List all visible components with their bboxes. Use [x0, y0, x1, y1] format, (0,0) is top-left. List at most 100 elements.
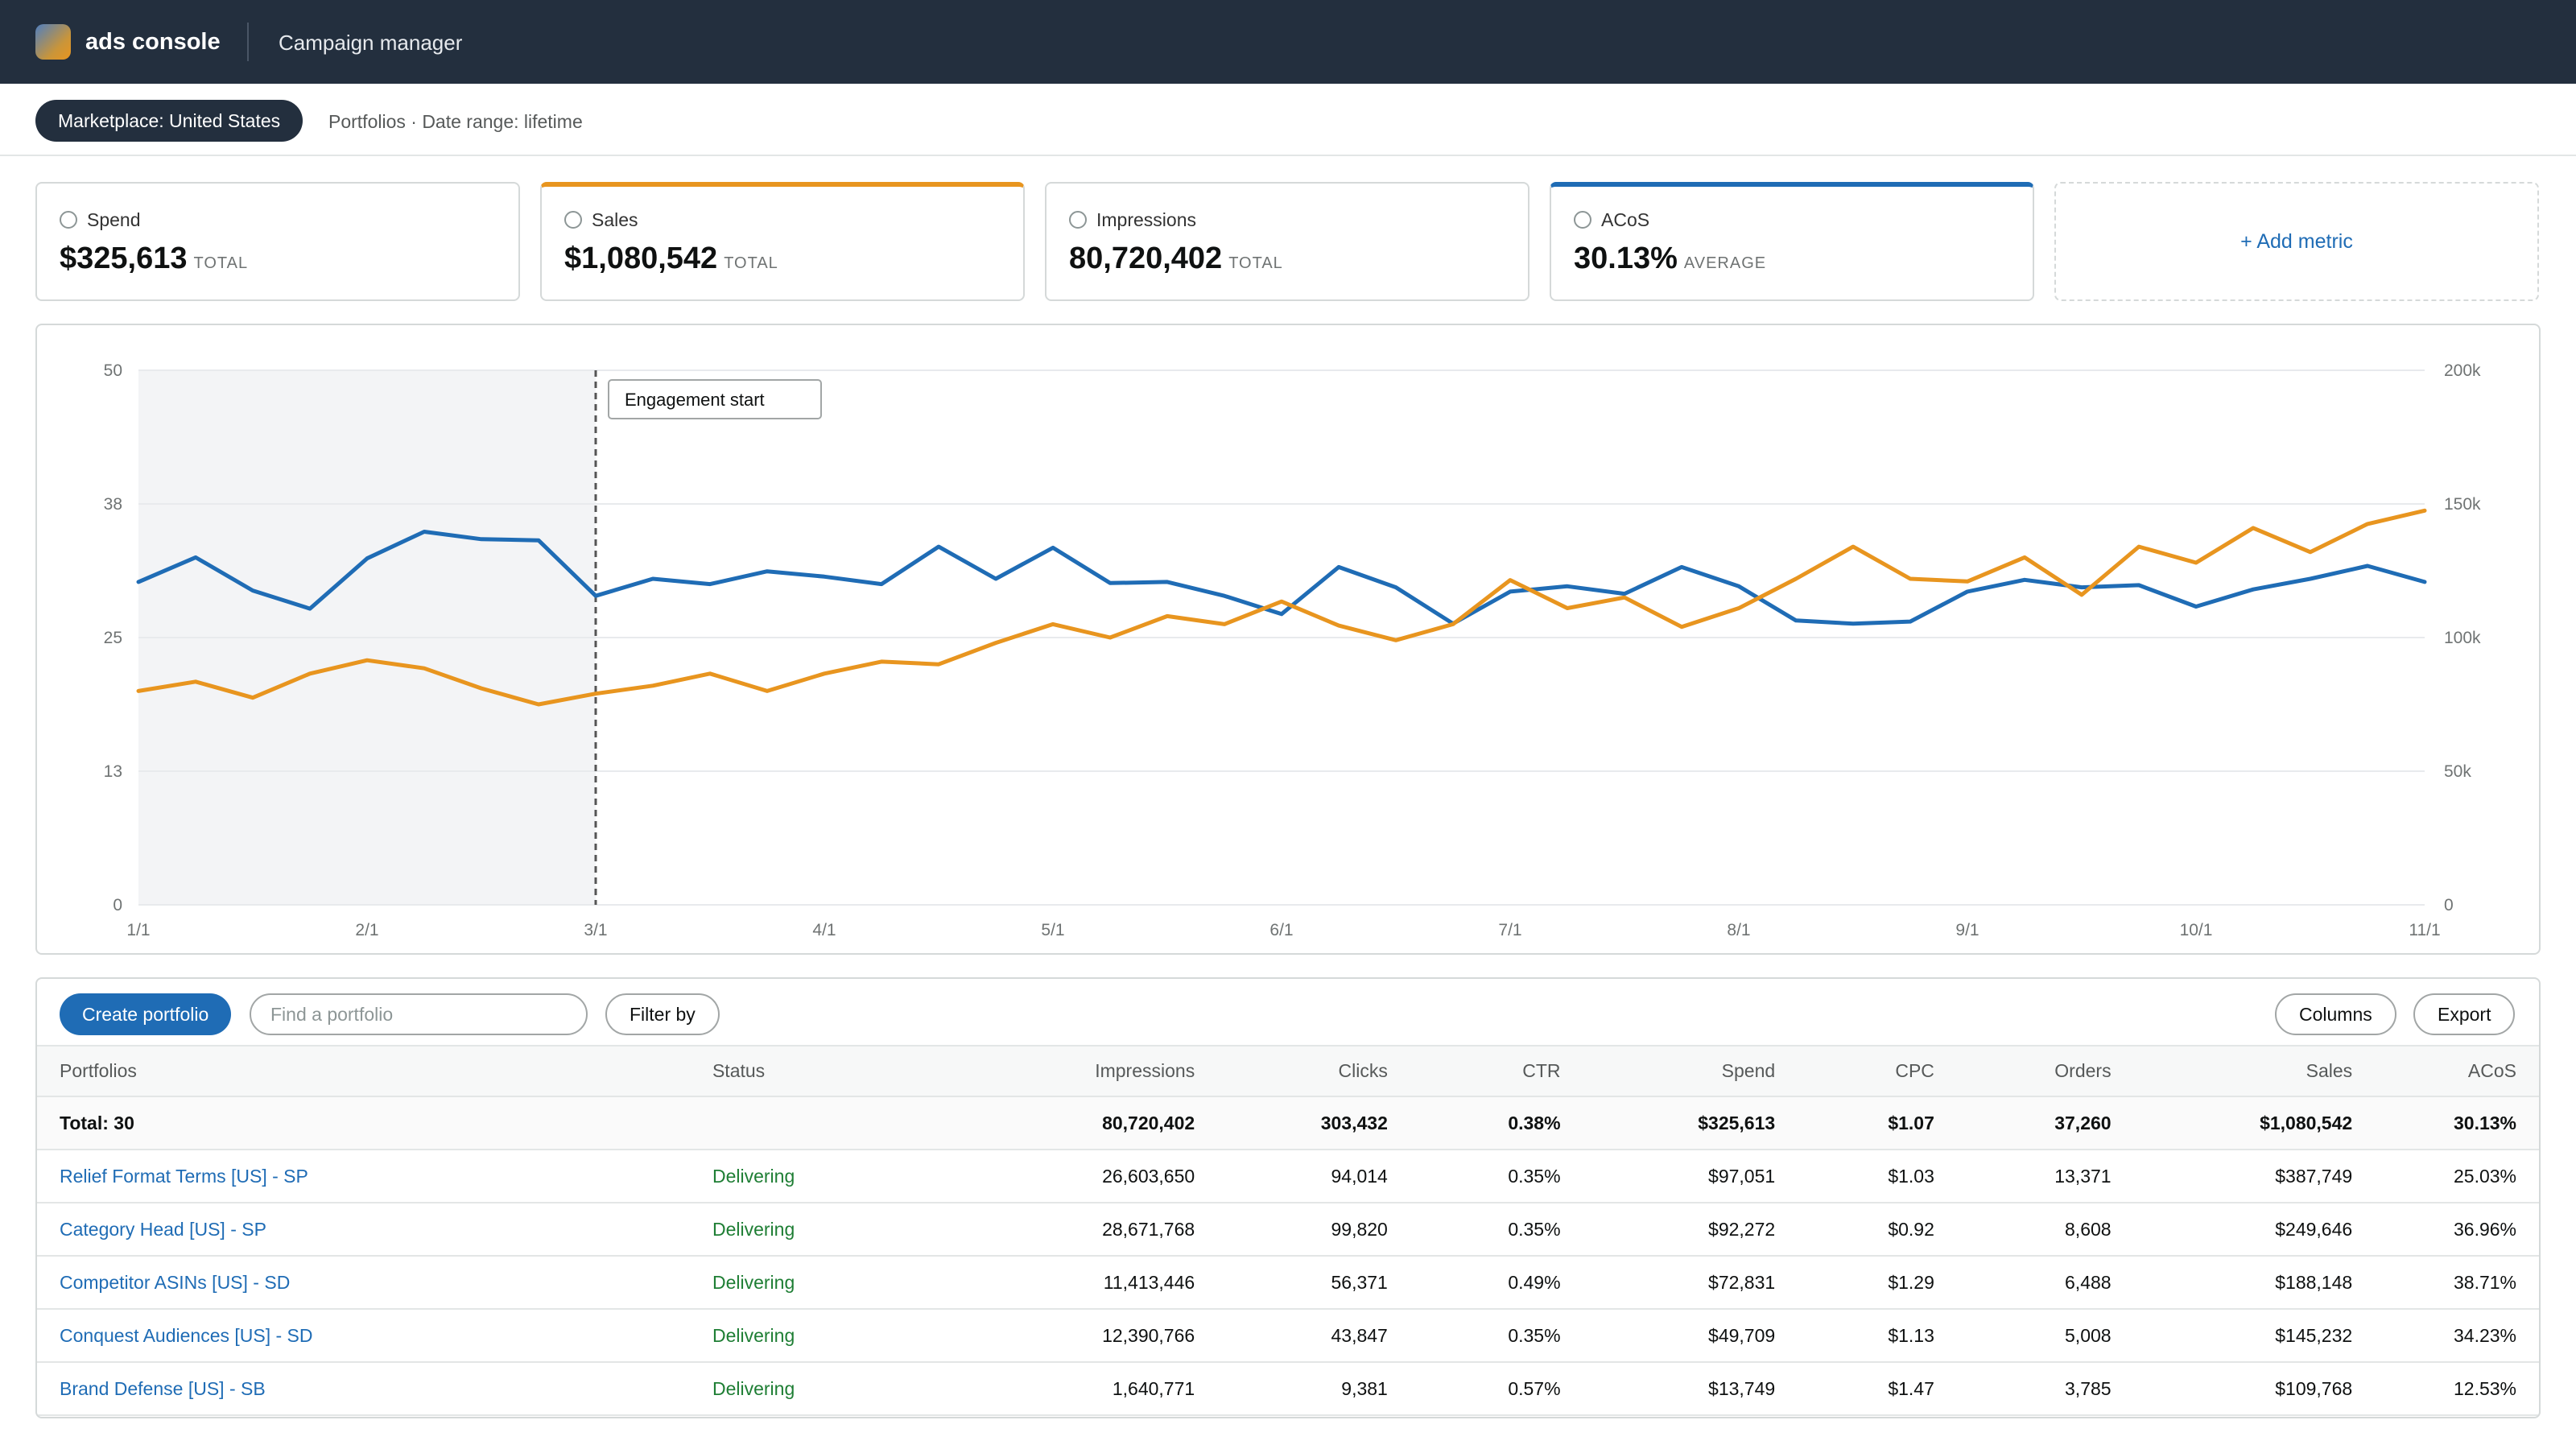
total-orders: 37,260 [1934, 1096, 2112, 1150]
column-header-portfolios[interactable]: Portfolios [37, 1046, 712, 1097]
spend-cell: $97,051 [1560, 1150, 1776, 1203]
portfolio-name-link[interactable]: Brand Defense [US] - SB [37, 1362, 712, 1416]
column-header-clicks[interactable]: Clicks [1195, 1046, 1388, 1097]
clicks-cell: 94,014 [1195, 1150, 1388, 1203]
table-header-row: Portfolios Status Impressions Clicks CTR… [37, 1046, 2539, 1097]
cpc-cell: $0.92 [1775, 1203, 1934, 1257]
orders-cell: 13,371 [1934, 1150, 2112, 1203]
filter-by-button[interactable]: Filter by [605, 993, 720, 1035]
acos-cell: 34.23% [2352, 1309, 2539, 1363]
column-header-spend[interactable]: Spend [1560, 1046, 1776, 1097]
table-row: Relief Format Terms [US] - SP Delivering… [37, 1150, 2539, 1203]
cpc-cell: $1.29 [1775, 1256, 1934, 1310]
x-tick-label: 11/1 [2409, 921, 2440, 939]
x-tick-label: 2/1 [355, 921, 378, 939]
header-divider [247, 23, 249, 61]
portfolio-name-link[interactable]: Conquest Audiences [US] - SD [37, 1309, 712, 1363]
impressions-cell: 12,390,766 [937, 1309, 1195, 1363]
y-right-tick-label: 100k [2444, 629, 2481, 647]
y-left-tick-label: 38 [104, 495, 122, 514]
app-name[interactable]: ads console [85, 29, 221, 56]
portfolio-name-link[interactable]: Relief Format Terms [US] - SP [37, 1150, 712, 1203]
add-metric-label: + Add metric [2240, 230, 2353, 253]
total-acos: 30.13% [2352, 1096, 2539, 1150]
portfolio-table-panel: Create portfolio Filter by Columns Expor… [35, 977, 2541, 1418]
metric-label: ACoS [1601, 209, 1650, 230]
acos-cell: 12.53% [2352, 1362, 2539, 1416]
total-impressions: 80,720,402 [937, 1096, 1195, 1150]
ctr-cell: 0.35% [1387, 1309, 1561, 1363]
column-header-sales[interactable]: Sales [2111, 1046, 2353, 1097]
table-row: Competitor ASINs [US] - SD Delivering 11… [37, 1256, 2539, 1310]
portfolio-name-link[interactable]: Category Head [US] - SP [37, 1203, 712, 1257]
metric-value: 30.13% AVERAGE [1574, 242, 1767, 275]
columns-button[interactable]: Columns [2275, 993, 2396, 1035]
total-cpc: $1.07 [1775, 1096, 1934, 1150]
y-left-tick-label: 13 [104, 762, 122, 781]
column-header-status[interactable]: Status [712, 1046, 938, 1097]
column-header-cpc[interactable]: CPC [1775, 1046, 1934, 1097]
metric-card-spend[interactable]: Spend $325,613 TOTAL [35, 182, 520, 301]
sales-cell: $145,232 [2111, 1309, 2353, 1363]
x-tick-label: 10/1 [2180, 921, 2213, 939]
x-tick-label: 7/1 [1498, 921, 1521, 939]
x-tick-label: 1/1 [126, 921, 150, 939]
x-tick-label: 8/1 [1727, 921, 1750, 939]
sales-cell: $188,148 [2111, 1256, 2353, 1310]
orders-cell: 8,608 [1934, 1203, 2112, 1257]
table-total-row: Total: 30 80,720,402 303,432 0.38% $325,… [37, 1096, 2539, 1150]
app-logo-icon[interactable] [35, 24, 71, 60]
metric-value: 80,720,402 TOTAL [1069, 242, 1283, 275]
chart-canvas: 0 0 13 50k 25 100k 38 150k 50 200k 1/1 2/1 3/1 4/1 5/1… [104, 361, 2481, 939]
portfolio-table: Portfolios Status Impressions Clicks CTR… [37, 1046, 2539, 1416]
metric-card-acos[interactable]: ACoS 30.13% AVERAGE [1550, 182, 2034, 301]
orders-cell: 3,785 [1934, 1362, 2112, 1416]
sales-cell: $387,749 [2111, 1150, 2353, 1203]
metric-card-sales[interactable]: Sales $1,080,542 TOTAL [540, 182, 1025, 301]
y-left-tick-label: 0 [113, 896, 122, 914]
metric-suffix: AVERAGE [1683, 254, 1767, 272]
create-portfolio-button[interactable]: Create portfolio [60, 993, 232, 1035]
metric-radio-icon[interactable] [1069, 211, 1087, 229]
marketplace-selector[interactable]: Marketplace: United States [35, 100, 303, 142]
spend-cell: $13,749 [1560, 1362, 1776, 1416]
total-status [712, 1096, 938, 1150]
spend-cell: $49,709 [1560, 1309, 1776, 1363]
cpc-cell: $1.47 [1775, 1362, 1934, 1416]
ctr-cell: 0.49% [1387, 1256, 1561, 1310]
x-tick-label: 5/1 [1041, 921, 1064, 939]
metric-suffix: TOTAL [193, 254, 249, 272]
metric-label: Sales [592, 209, 638, 230]
metric-card-impressions[interactable]: Impressions 80,720,402 TOTAL [1045, 182, 1530, 301]
metric-radio-icon[interactable] [564, 211, 582, 229]
table-row: Brand Defense [US] - SB Delivering 1,640… [37, 1362, 2539, 1416]
orders-cell: 5,008 [1934, 1309, 2112, 1363]
metric-radio-icon[interactable] [60, 211, 77, 229]
table-row: Conquest Audiences [US] - SD Delivering … [37, 1309, 2539, 1363]
ctr-cell: 0.35% [1387, 1150, 1561, 1203]
x-tick-label: 3/1 [584, 921, 607, 939]
metric-radio-icon[interactable] [1574, 211, 1591, 229]
portfolio-search-input[interactable] [250, 993, 588, 1035]
status-cell: Delivering [712, 1309, 938, 1363]
export-button[interactable]: Export [2413, 993, 2516, 1035]
status-cell: Delivering [712, 1150, 938, 1203]
impressions-cell: 11,413,446 [937, 1256, 1195, 1310]
clicks-cell: 99,820 [1195, 1203, 1388, 1257]
column-header-impressions[interactable]: Impressions [937, 1046, 1195, 1097]
ctr-cell: 0.57% [1387, 1362, 1561, 1416]
page-title[interactable]: Campaign manager [279, 31, 462, 56]
acos-cell: 38.71% [2352, 1256, 2539, 1310]
metric-label: Spend [87, 209, 141, 230]
add-metric-button[interactable]: + Add metric [2054, 182, 2539, 301]
orders-cell: 6,488 [1934, 1256, 2112, 1310]
column-header-acos[interactable]: ACoS [2352, 1046, 2539, 1097]
portfolio-name-link[interactable]: Competitor ASINs [US] - SD [37, 1256, 712, 1310]
column-header-ctr[interactable]: CTR [1387, 1046, 1561, 1097]
y-right-tick-label: 200k [2444, 361, 2481, 380]
column-header-orders[interactable]: Orders [1934, 1046, 2112, 1097]
total-clicks: 303,432 [1195, 1096, 1388, 1150]
x-tick-label: 4/1 [812, 921, 836, 939]
total-ctr: 0.38% [1387, 1096, 1561, 1150]
cpc-cell: $1.13 [1775, 1309, 1934, 1363]
